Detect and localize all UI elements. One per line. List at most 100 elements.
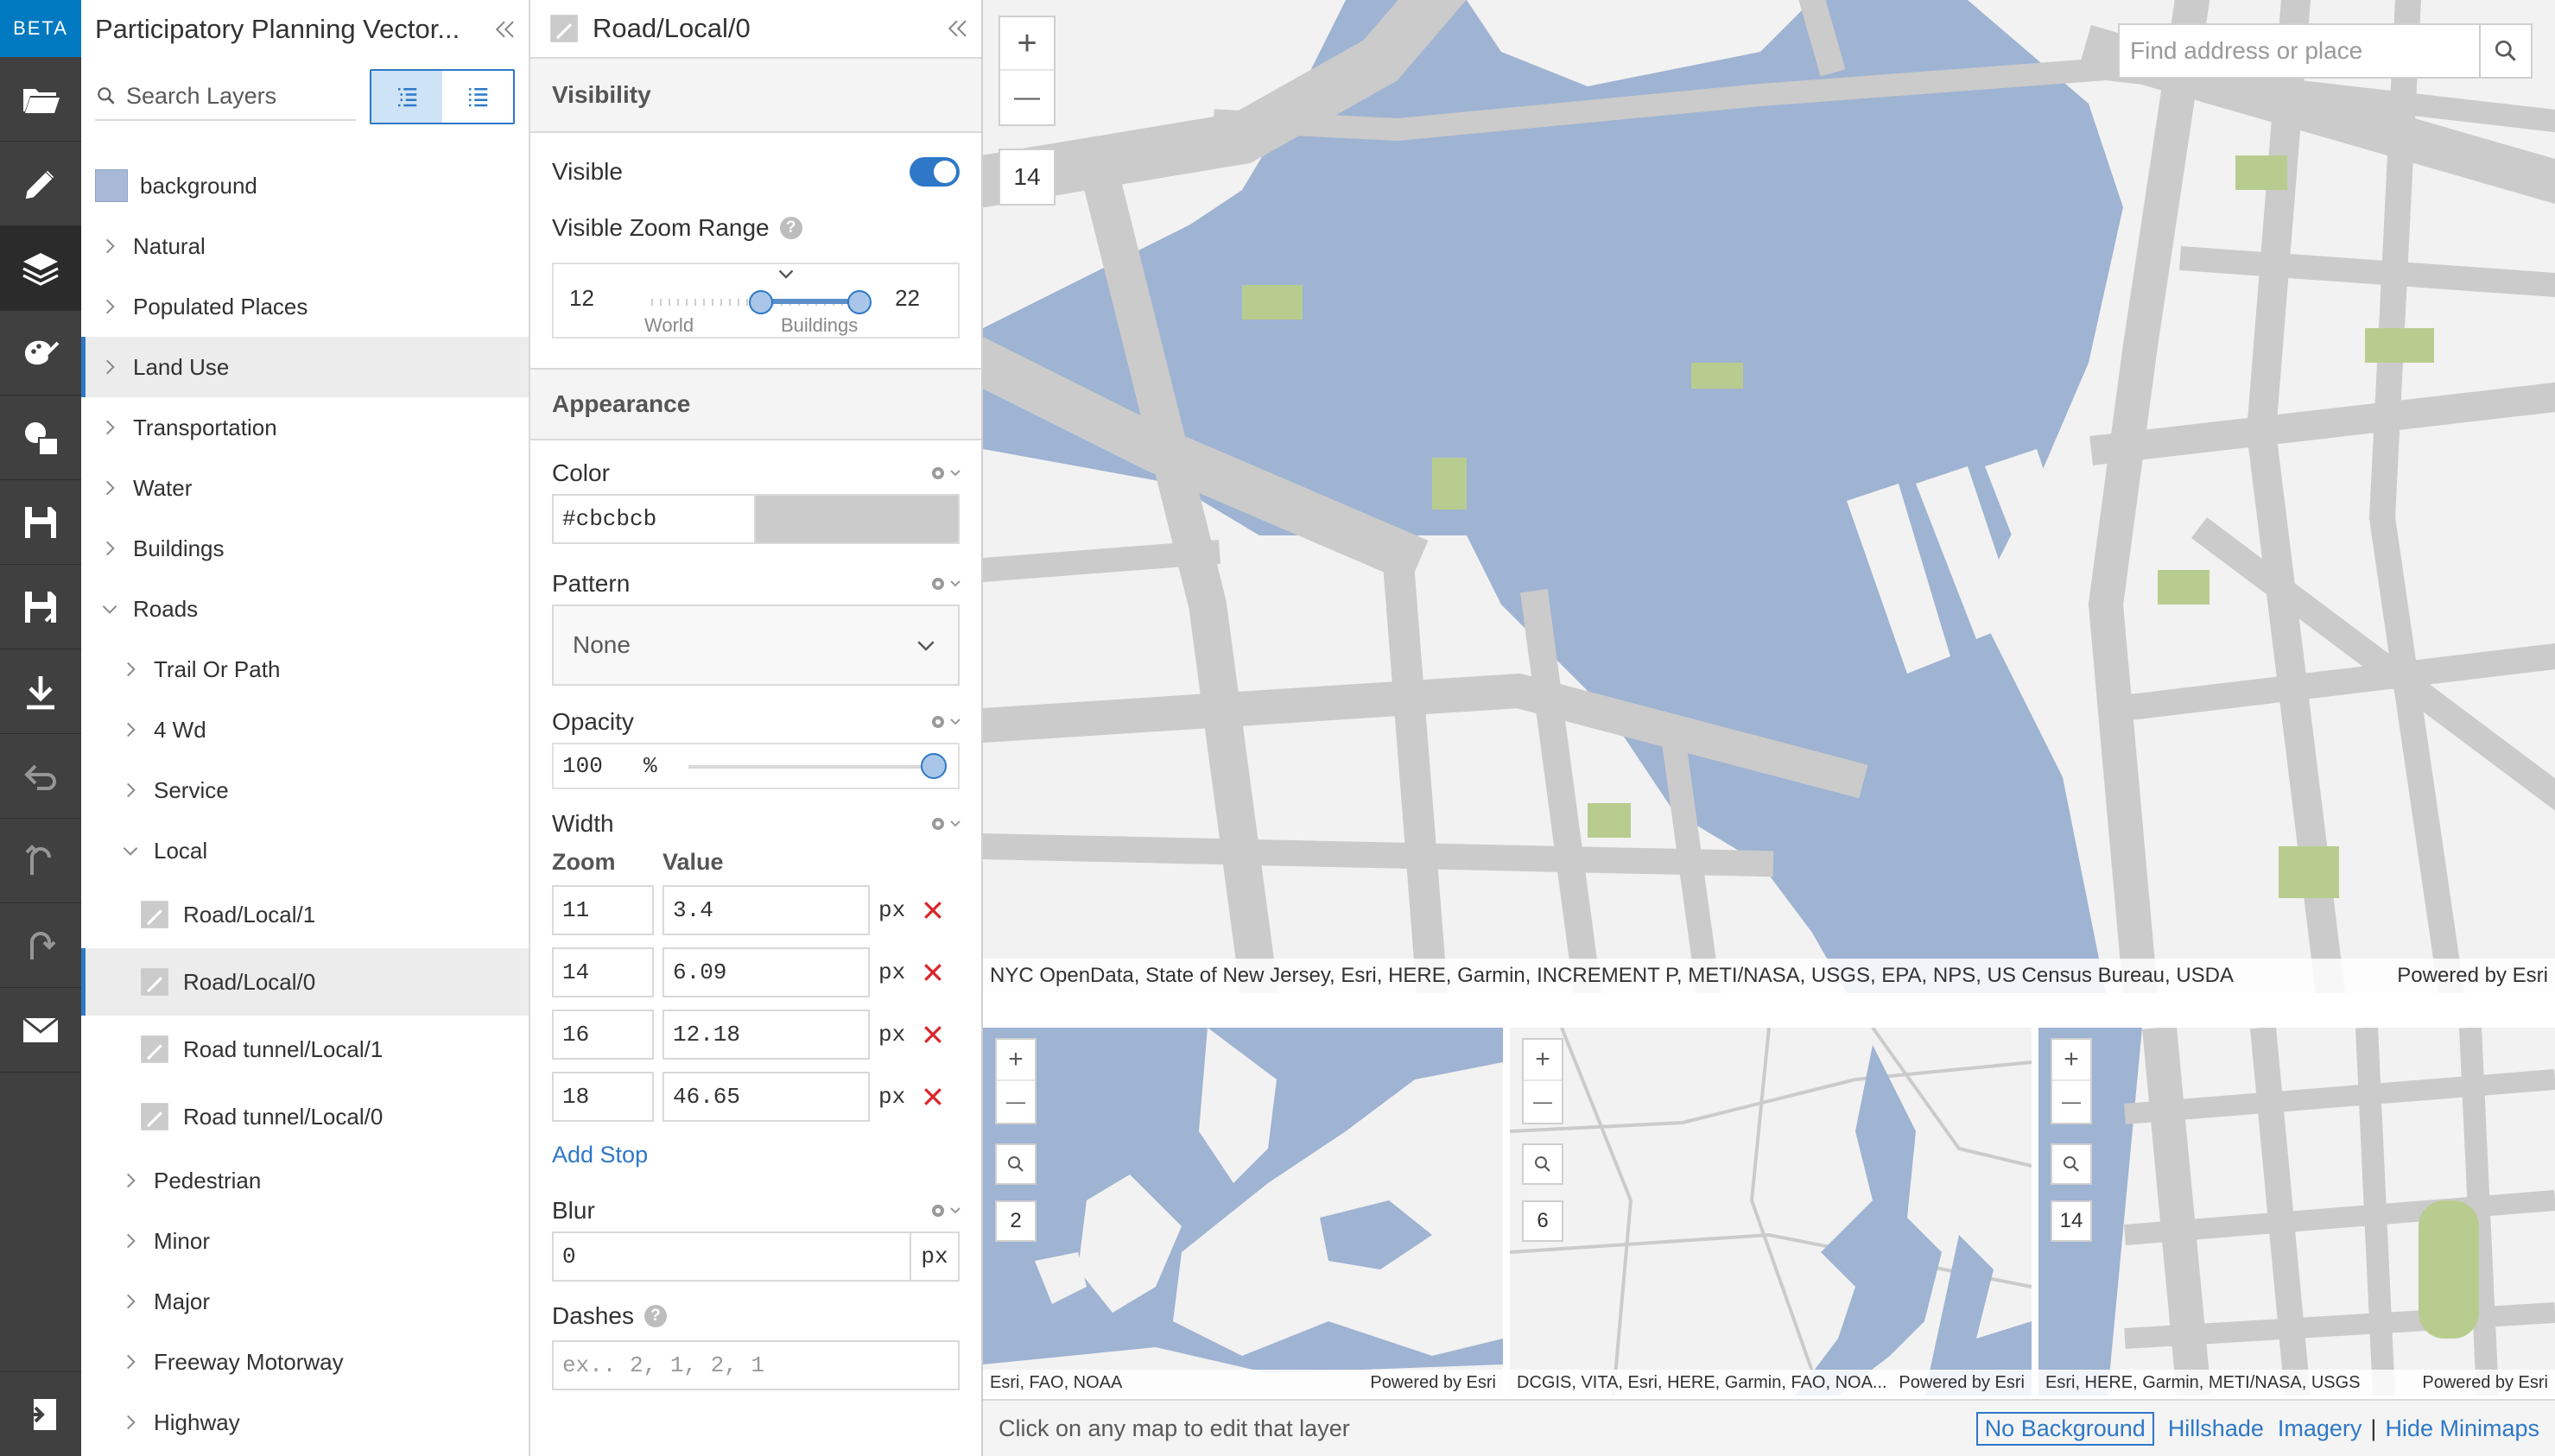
min-zoom-handle[interactable]	[749, 290, 773, 314]
grouped-list-view-button[interactable]	[371, 71, 442, 123]
max-zoom-handle[interactable]	[847, 290, 872, 314]
minimap-region[interactable]: + — 6 DCGIS, VITA, Esri, HERE, Garmin, F…	[1510, 1028, 2032, 1396]
layer-item[interactable]: Road/Local/0	[81, 948, 529, 1016]
layer-group[interactable]: Minor	[81, 1211, 529, 1271]
stop-unit: px	[878, 959, 906, 985]
edit-button[interactable]	[0, 142, 81, 226]
undo-all-button[interactable]	[0, 734, 81, 819]
layer-group[interactable]: Roads	[81, 579, 529, 639]
pattern-select[interactable]: None	[552, 605, 960, 686]
imagery-option[interactable]: Imagery	[2278, 1415, 2362, 1442]
layer-group[interactable]: Populated Places	[81, 276, 529, 337]
no-background-option[interactable]: No Background	[1975, 1411, 2154, 1446]
exit-button[interactable]	[0, 1371, 81, 1456]
layer-group[interactable]: Highway	[81, 1392, 529, 1453]
collapse-style-button[interactable]	[933, 4, 981, 53]
find-address-input[interactable]: Find address or place	[2120, 25, 2479, 77]
minimap-zoom-out-button[interactable]: —	[2052, 1081, 2090, 1123]
stop-value-input[interactable]: 3.4	[663, 885, 870, 935]
style-button[interactable]	[0, 311, 81, 396]
remove-stop-icon[interactable]	[920, 1084, 946, 1110]
stop-value-input[interactable]: 6.09	[663, 947, 870, 997]
chevron-right-icon	[127, 1294, 136, 1309]
minimap-local[interactable]: + — 14 Esri, HERE, Garmin, METI/NASA, US…	[2038, 1028, 2555, 1396]
layer-item[interactable]: Road/Local/1	[81, 881, 529, 948]
zoom-out-button[interactable]: —	[1000, 71, 1054, 124]
layer-group[interactable]: Freeway Motorway	[81, 1332, 529, 1392]
remove-stop-icon[interactable]	[920, 1022, 946, 1048]
remove-stop-icon[interactable]	[920, 959, 946, 985]
open-button[interactable]	[0, 57, 81, 142]
layer-group[interactable]: Trail Or Path	[81, 639, 529, 700]
blur-input[interactable]: 0	[552, 1231, 911, 1282]
opacity-slider-handle[interactable]	[921, 753, 947, 779]
find-address-button[interactable]	[2479, 25, 2531, 77]
gear-dropdown-icon[interactable]	[928, 573, 962, 594]
undo-button[interactable]	[0, 819, 81, 903]
minimap-zoom-in-button[interactable]: +	[1524, 1040, 1562, 1081]
visible-toggle[interactable]	[910, 157, 960, 187]
minimap-world-zoom-level: 2	[995, 1200, 1037, 1242]
minimap-search-button[interactable]	[2051, 1143, 2092, 1185]
main-map-canvas[interactable]	[983, 0, 2555, 993]
remove-stop-icon[interactable]	[920, 897, 946, 923]
color-swatch[interactable]	[756, 494, 960, 544]
layer-group[interactable]: Local	[81, 820, 529, 881]
share-button[interactable]	[0, 988, 81, 1073]
flat-list-view-button[interactable]	[442, 71, 513, 123]
layer-group[interactable]: 4 Wd	[81, 700, 529, 760]
minimap-zoom-out-button[interactable]: —	[997, 1081, 1035, 1123]
max-zoom-value[interactable]: 22	[895, 285, 920, 312]
color-hex-input[interactable]: #cbcbcb	[552, 494, 756, 544]
stop-zoom-input[interactable]: 18	[552, 1072, 654, 1122]
save-as-button[interactable]	[0, 565, 81, 649]
opacity-input[interactable]: 100	[562, 753, 644, 779]
layer-item[interactable]: background	[81, 155, 529, 216]
minimap-search-button[interactable]	[995, 1143, 1037, 1185]
layer-search-input[interactable]: Search Layers	[95, 73, 356, 121]
redo-button[interactable]	[0, 903, 81, 988]
stop-zoom-input[interactable]: 14	[552, 947, 654, 997]
layer-item[interactable]: Road tunnel/Local/1	[81, 1016, 529, 1083]
minimap-zoom-in-button[interactable]: +	[2052, 1040, 2090, 1081]
minimap-zoom-out-button[interactable]: —	[1524, 1081, 1562, 1123]
stop-value-input[interactable]: 12.18	[663, 1010, 870, 1060]
layer-group[interactable]: Natural	[81, 216, 529, 276]
save-button[interactable]	[0, 480, 81, 565]
stop-unit: px	[878, 1084, 906, 1110]
layer-group[interactable]: Service	[81, 760, 529, 820]
hide-minimaps-link[interactable]: Hide Minimaps	[2385, 1415, 2539, 1442]
stop-zoom-input[interactable]: 16	[552, 1010, 654, 1060]
stop-zoom-input[interactable]: 11	[552, 885, 654, 935]
download-button[interactable]	[0, 649, 81, 734]
hillshade-option[interactable]: Hillshade	[2168, 1415, 2264, 1442]
opacity-slider-track[interactable]	[688, 753, 947, 779]
layer-group[interactable]: Land Use	[81, 337, 529, 397]
minimap-search-button[interactable]	[1522, 1143, 1563, 1185]
symbols-button[interactable]	[0, 396, 81, 480]
collapse-layers-button[interactable]	[480, 5, 529, 54]
gear-dropdown-icon[interactable]	[928, 1200, 962, 1221]
layer-group[interactable]: Water	[81, 458, 529, 518]
add-stop-link[interactable]: Add Stop	[552, 1142, 648, 1168]
layer-item[interactable]: Road tunnel/Local/0	[81, 1083, 529, 1150]
layer-group[interactable]: Major	[81, 1271, 529, 1332]
zoom-in-button[interactable]: +	[1000, 17, 1054, 71]
main-map[interactable]: + — 14 Find address or place NYC OpenDat…	[983, 0, 2555, 993]
help-icon[interactable]: ?	[644, 1305, 667, 1327]
help-icon[interactable]: ?	[779, 217, 802, 239]
layer-group[interactable]: Transportation	[81, 397, 529, 458]
beta-badge: BETA	[0, 0, 81, 57]
gear-dropdown-icon[interactable]	[928, 712, 962, 732]
gear-dropdown-icon[interactable]	[928, 463, 962, 484]
minimap-zoom-in-button[interactable]: +	[997, 1040, 1035, 1081]
layer-group[interactable]: Pedestrian	[81, 1150, 529, 1211]
stop-value-input[interactable]: 46.65	[663, 1072, 870, 1122]
min-zoom-value[interactable]: 12	[569, 285, 594, 312]
gear-dropdown-icon[interactable]	[928, 813, 962, 834]
minimap-world[interactable]: + — 2 Esri, FAO, NOAA Powered by Esri	[983, 1028, 1503, 1396]
layer-group[interactable]: Buildings	[81, 518, 529, 579]
layers-button[interactable]	[0, 226, 81, 311]
redo-icon	[30, 931, 56, 959]
dashes-input[interactable]: ex.. 2, 1, 2, 1	[552, 1340, 960, 1390]
